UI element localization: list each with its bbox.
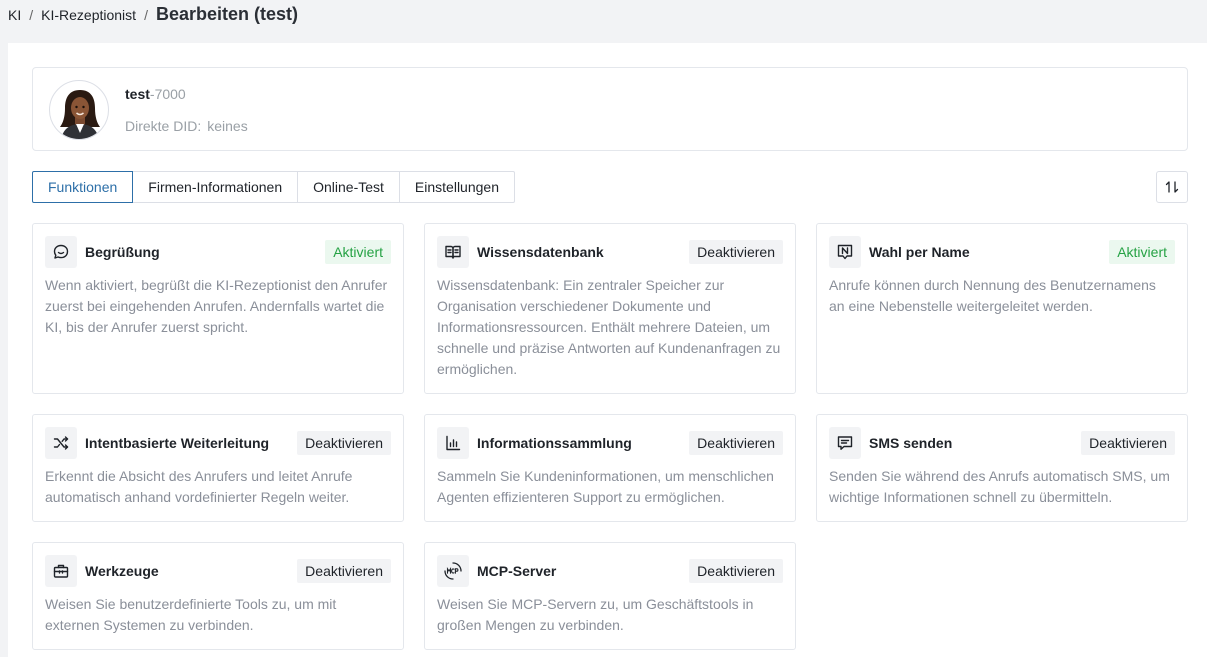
card-description: Sammeln Sie Kundeninformationen, um mens… — [437, 468, 774, 505]
agent-name-text: test — [125, 86, 150, 102]
mcp-icon — [437, 555, 469, 587]
feature-card-intentbasierte-weiterleitung: Intentbasierte Weiterleitung Deaktiviere… — [32, 414, 404, 522]
activated-button[interactable]: Aktiviert — [1109, 240, 1175, 264]
direct-did: Direkte DID: keines — [125, 118, 248, 134]
feature-card-wissensdatenbank: Wissensdatenbank Deaktivieren Wissensdat… — [424, 223, 796, 394]
feature-card-werkzeuge: Werkzeuge Deaktivieren Weisen Sie benutz… — [32, 542, 404, 650]
card-title: Intentbasierte Weiterleitung — [85, 435, 270, 451]
breadcrumb-ki[interactable]: KI — [8, 7, 21, 23]
tab-einstellungen[interactable]: Einstellungen — [398, 171, 515, 203]
card-description: Anrufe können durch Nennung des Benutzer… — [829, 277, 1156, 314]
deactivate-button[interactable]: Deaktivieren — [297, 431, 391, 455]
card-title: Informationssammlung — [477, 435, 632, 451]
shuffle-icon — [45, 427, 77, 459]
tab-online-test[interactable]: Online-Test — [297, 171, 400, 203]
agent-profile-card: test-7000 Direkte DID: keines — [32, 67, 1188, 151]
agent-name: test-7000 — [125, 86, 186, 102]
card-description: Wenn aktiviert, begrüßt die KI-Rezeption… — [45, 277, 388, 335]
card-description: Weisen Sie MCP-Servern zu, um Geschäftst… — [437, 596, 754, 633]
card-description: Wissensdatenbank: Ein zentraler Speicher… — [437, 277, 781, 377]
sort-icon — [1164, 179, 1180, 195]
book-icon — [437, 236, 469, 268]
card-title: Wissensdatenbank — [477, 244, 604, 260]
page-title: Bearbeiten (test) — [155, 4, 298, 24]
breadcrumb-separator: / — [29, 7, 34, 23]
deactivate-button[interactable]: Deaktivieren — [1081, 431, 1175, 455]
tab-bar: Funktionen Firmen-Informationen Online-T… — [32, 171, 515, 203]
feature-card-wahl-per-name: Wahl per Name Aktiviert Anrufe können du… — [816, 223, 1188, 394]
feature-card-begruessung: Begrüßung Aktiviert Wenn aktiviert, begr… — [32, 223, 404, 394]
card-description: Erkennt die Absicht des Anrufers und lei… — [45, 468, 353, 505]
card-title: MCP-Server — [477, 563, 557, 579]
card-title: SMS senden — [869, 435, 953, 451]
deactivate-button[interactable]: Deaktivieren — [297, 559, 391, 583]
feature-card-informationssammlung: Informationssammlung Deaktivieren Sammel… — [424, 414, 796, 522]
card-title: Begrüßung — [85, 244, 160, 260]
breadcrumb-ki-rezeptionist[interactable]: KI-Rezeptionist — [41, 7, 136, 23]
message-icon — [829, 427, 861, 459]
did-label: Direkte DID: — [125, 118, 202, 134]
main-panel: test-7000 Direkte DID: keines Funktionen … — [8, 43, 1207, 657]
card-description: Weisen Sie benutzerdefinierte Tools zu, … — [45, 596, 337, 633]
toolbox-icon — [45, 555, 77, 587]
tab-firmen-informationen[interactable]: Firmen-Informationen — [132, 171, 299, 203]
agent-extension: -7000 — [149, 86, 186, 102]
card-title: Wahl per Name — [869, 244, 970, 260]
breadcrumb: KI / KI-Rezeptionist / Bearbeiten (test) — [8, 4, 298, 26]
activated-button[interactable]: Aktiviert — [325, 240, 391, 264]
avatar — [49, 80, 109, 140]
deactivate-button[interactable]: Deaktivieren — [689, 240, 783, 264]
card-title: Werkzeuge — [85, 563, 159, 579]
card-description: Senden Sie während des Anrufs automatisc… — [829, 468, 1170, 505]
sort-button[interactable] — [1156, 171, 1188, 203]
tab-funktionen[interactable]: Funktionen — [32, 171, 134, 203]
deactivate-button[interactable]: Deaktivieren — [689, 431, 783, 455]
bar-chart-icon — [437, 427, 469, 459]
deactivate-button[interactable]: Deaktivieren — [689, 559, 783, 583]
name-badge-icon — [829, 236, 861, 268]
feature-card-sms-senden: SMS senden Deaktivieren Senden Sie währe… — [816, 414, 1188, 522]
did-value: keines — [207, 118, 248, 134]
breadcrumb-separator: / — [144, 7, 148, 23]
feature-card-mcp-server: MCP-Server Deaktivieren Weisen Sie MCP-S… — [424, 542, 796, 650]
chat-bubble-icon — [45, 236, 77, 268]
